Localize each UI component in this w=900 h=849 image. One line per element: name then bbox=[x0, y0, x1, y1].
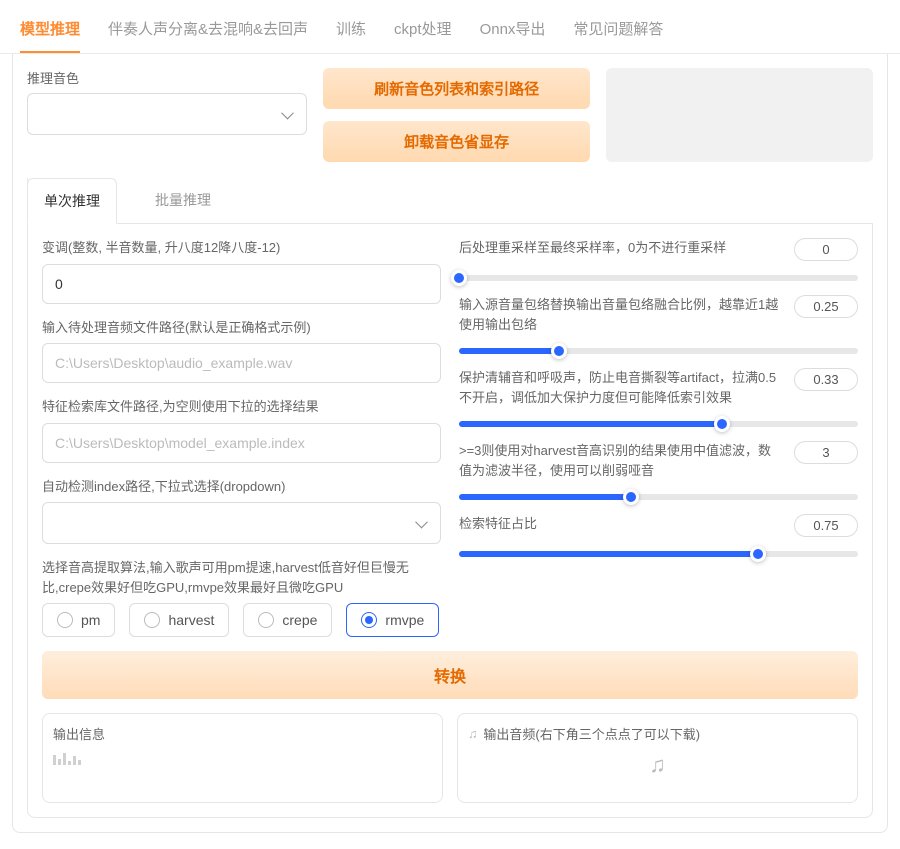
timbre-dropdown[interactable] bbox=[27, 93, 307, 135]
pitch-label: 变调(整数, 半音数量, 升八度12降八度-12) bbox=[42, 238, 441, 258]
slider-thumb[interactable] bbox=[451, 270, 467, 286]
audio-path-label: 输入待处理音频文件路径(默认是正确格式示例) bbox=[42, 318, 441, 338]
rms-value: 0.25 bbox=[794, 295, 858, 318]
auto-index-label: 自动检测index路径,下拉式选择(dropdown) bbox=[42, 477, 441, 497]
index-rate-label: 检索特征占比 bbox=[459, 514, 782, 534]
output-info-label: 输出信息 bbox=[53, 724, 432, 743]
inner-tab-bar: 单次推理 批量推理 bbox=[27, 178, 873, 224]
algo-radio-group: pm harvest crepe rmvpe bbox=[42, 603, 441, 637]
resample-value: 0 bbox=[794, 238, 858, 261]
unload-timbre-button[interactable]: 卸载音色省显存 bbox=[323, 121, 590, 162]
slider-thumb[interactable] bbox=[551, 343, 567, 359]
index-rate-value: 0.75 bbox=[794, 514, 858, 537]
tab-onnx[interactable]: Onnx导出 bbox=[480, 8, 546, 53]
index-path-input[interactable] bbox=[42, 423, 441, 463]
protect-slider[interactable] bbox=[459, 421, 858, 427]
radio-icon bbox=[258, 612, 274, 628]
output-info-box: 输出信息 bbox=[42, 713, 443, 803]
filter-value: 3 bbox=[794, 441, 858, 464]
timbre-label: 推理音色 bbox=[27, 68, 307, 87]
algo-radio-crepe[interactable]: crepe bbox=[243, 603, 332, 637]
music-note-icon: ♫ bbox=[468, 727, 477, 741]
output-audio-label: 输出音频(右下角三个点点了可以下载) bbox=[483, 724, 700, 743]
radio-icon bbox=[361, 612, 377, 628]
slider-thumb[interactable] bbox=[750, 546, 766, 562]
radio-icon bbox=[144, 612, 160, 628]
auto-index-dropdown[interactable] bbox=[42, 502, 441, 544]
filter-slider[interactable] bbox=[459, 494, 858, 500]
algo-radio-harvest[interactable]: harvest bbox=[129, 603, 229, 637]
header-row: 推理音色 刷新音色列表和索引路径 卸载音色省显存 bbox=[27, 68, 873, 162]
algo-label: 选择音高提取算法,输入歌声可用pm提速,harvest低音好但巨慢无比,crep… bbox=[42, 558, 441, 597]
tab-model-infer[interactable]: 模型推理 bbox=[20, 8, 80, 53]
audio-path-input[interactable] bbox=[42, 343, 441, 383]
slider-thumb[interactable] bbox=[623, 489, 639, 505]
top-tab-bar: 模型推理 伴奏人声分离&去混响&去回声 训练 ckpt处理 Onnx导出 常见问… bbox=[0, 0, 900, 54]
tab-faq[interactable]: 常见问题解答 bbox=[573, 8, 663, 53]
single-infer-panel: 变调(整数, 半音数量, 升八度12降八度-12) 输入待处理音频文件路径(默认… bbox=[27, 224, 873, 818]
output-info-placeholder-icon bbox=[53, 751, 432, 765]
slider-thumb[interactable] bbox=[714, 416, 730, 432]
convert-button[interactable]: 转换 bbox=[42, 651, 858, 699]
rms-slider[interactable] bbox=[459, 348, 858, 354]
algo-radio-pm[interactable]: pm bbox=[42, 603, 115, 637]
protect-value: 0.33 bbox=[794, 368, 858, 391]
tab-vocal-sep[interactable]: 伴奏人声分离&去混响&去回声 bbox=[108, 8, 308, 53]
radio-icon bbox=[57, 612, 73, 628]
timbre-info-placeholder bbox=[606, 68, 873, 162]
rms-label: 输入源音量包络替换输出音量包络融合比例，越靠近1越使用输出包络 bbox=[459, 295, 782, 334]
inner-tab-single[interactable]: 单次推理 bbox=[27, 178, 117, 224]
output-audio-box: ♫ 输出音频(右下角三个点点了可以下载) ♫ bbox=[457, 713, 858, 803]
refresh-timbre-button[interactable]: 刷新音色列表和索引路径 bbox=[323, 68, 590, 109]
resample-label: 后处理重采样至最终采样率，0为不进行重采样 bbox=[459, 238, 782, 258]
index-path-label: 特征检索库文件路径,为空则使用下拉的选择结果 bbox=[42, 397, 441, 417]
index-rate-slider[interactable] bbox=[459, 551, 858, 557]
tab-ckpt[interactable]: ckpt处理 bbox=[394, 8, 452, 53]
music-placeholder-icon: ♫ bbox=[649, 752, 666, 778]
protect-label: 保护清辅音和呼吸声，防止电音撕裂等artifact，拉满0.5不开启，调低加大保… bbox=[459, 368, 782, 407]
resample-slider[interactable] bbox=[459, 275, 858, 281]
algo-radio-rmvpe[interactable]: rmvpe bbox=[346, 603, 439, 637]
inner-tab-batch[interactable]: 批量推理 bbox=[139, 178, 227, 223]
pitch-input[interactable] bbox=[42, 264, 441, 304]
filter-label: >=3则使用对harvest音高识别的结果使用中值滤波，数值为滤波半径，使用可以… bbox=[459, 441, 782, 480]
tab-train[interactable]: 训练 bbox=[336, 8, 366, 53]
